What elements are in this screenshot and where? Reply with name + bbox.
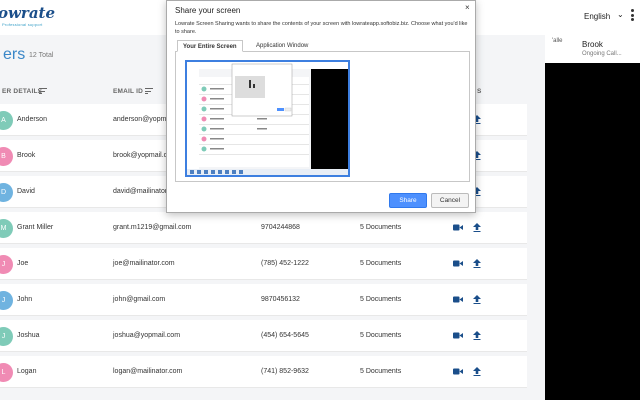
upload-icon[interactable] [473, 331, 481, 340]
user-documents[interactable]: 5 Documents [360, 332, 401, 339]
avatar: B [0, 147, 13, 166]
screen-thumbnail[interactable] [185, 60, 350, 177]
column-header-details[interactable]: ER DETAILS [2, 88, 42, 95]
tab-entire-screen[interactable]: Your Entire Screen [177, 40, 243, 52]
avatar: J [0, 255, 13, 274]
language-select[interactable]: English [584, 12, 610, 21]
upload-icon[interactable] [473, 295, 481, 304]
table-row[interactable]: L Logan logan@mailinator.com (741) 852-9… [0, 356, 527, 388]
user-name: Joshua [17, 332, 40, 339]
column-header-actions: S [477, 88, 482, 95]
user-documents[interactable]: 5 Documents [360, 224, 401, 231]
user-phone: 9704244868 [261, 224, 300, 231]
caller-name: Brook [582, 40, 603, 49]
user-name: David [17, 188, 35, 195]
avatar: M [0, 219, 13, 238]
total-count: 12 Total [29, 52, 54, 59]
sort-icon[interactable] [39, 88, 47, 95]
screen-preview-image [187, 62, 348, 175]
video-call-icon[interactable] [453, 332, 463, 339]
user-email: joe@mailinator.com [113, 260, 175, 267]
avatar: A [0, 111, 13, 130]
chevron-down-icon[interactable]: ⌄ [617, 10, 624, 19]
video-call-icon[interactable] [453, 224, 463, 231]
user-email: john@gmail.com [113, 296, 166, 303]
user-email: logan@mailinator.com [113, 368, 183, 375]
user-phone: (741) 852-9632 [261, 368, 309, 375]
dialog-title: Share your screen [175, 6, 241, 15]
user-documents[interactable]: 5 Documents [360, 260, 401, 267]
video-call-icon[interactable] [453, 260, 463, 267]
user-name: Anderson [17, 116, 47, 123]
avatar: D [0, 183, 13, 202]
share-button[interactable]: Share [389, 193, 427, 208]
tab-strip: Your Entire Screen Application Window [175, 40, 470, 52]
upload-icon[interactable] [473, 259, 481, 268]
logo-tagline: Professional support [2, 22, 43, 27]
logo[interactable]: owrate Professional support [0, 4, 55, 27]
user-name: Brook [17, 152, 36, 159]
user-phone: (785) 452-1222 [261, 260, 309, 267]
avatar: J [0, 291, 13, 310]
user-phone: 9870456132 [261, 296, 300, 303]
close-icon[interactable]: × [465, 3, 470, 12]
user-email: joshua@yopmail.com [113, 332, 181, 339]
logo-text: owrate [0, 4, 56, 22]
avatar: J [0, 327, 13, 346]
video-call-panel[interactable] [545, 35, 640, 400]
table-row[interactable]: M Grant Miller grant.m1219@gmail.com 970… [0, 212, 527, 244]
user-name: Grant Miller [17, 224, 54, 231]
user-name: Logan [17, 368, 37, 375]
user-documents[interactable]: 5 Documents [360, 296, 401, 303]
caller-card[interactable]: 'alle Brook Ongoing Call... [545, 35, 640, 63]
dialog-description: Lowrate Screen Sharing wants to share th… [175, 21, 468, 35]
table-row[interactable]: J John john@gmail.com 9870456132 5 Docum… [0, 284, 527, 316]
more-options-icon[interactable] [629, 9, 635, 23]
video-call-icon[interactable] [453, 296, 463, 303]
video-call-icon[interactable] [453, 368, 463, 375]
call-status: Ongoing Call... [582, 51, 622, 57]
user-email: grant.m1219@gmail.com [113, 224, 192, 231]
table-row[interactable]: J Joshua joshua@yopmail.com (454) 654-56… [0, 320, 527, 352]
cancel-button[interactable]: Cancel [431, 193, 469, 208]
upload-icon[interactable] [473, 223, 481, 232]
page-title: ers [3, 46, 26, 63]
user-documents[interactable]: 5 Documents [360, 368, 401, 375]
sort-icon[interactable] [145, 88, 153, 95]
user-name: John [17, 296, 33, 303]
caller-avatar-icon: 'alle [552, 38, 563, 44]
table-row[interactable]: J Joe joe@mailinator.com (785) 452-1222 … [0, 248, 527, 280]
tab-application-window[interactable]: Application Window [251, 40, 313, 52]
user-name: Joe [17, 260, 29, 267]
upload-icon[interactable] [473, 367, 481, 376]
user-phone: (454) 654-5645 [261, 332, 309, 339]
column-header-email[interactable]: EMAIL ID [113, 88, 143, 95]
avatar: L [0, 363, 13, 382]
